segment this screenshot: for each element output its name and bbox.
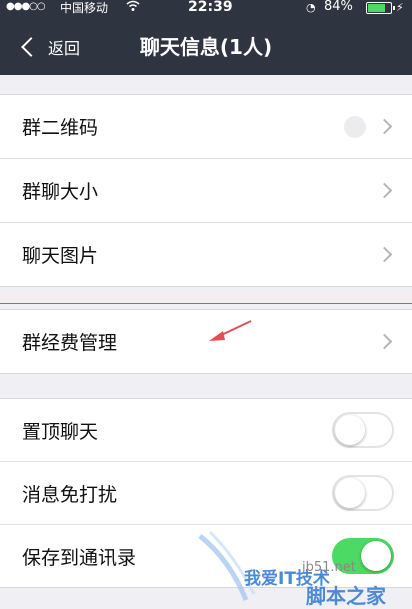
- chevron-right-icon: [376, 333, 393, 349]
- watermark-url: jb51.net: [302, 560, 356, 575]
- list-item-label: 聊天图片: [22, 245, 99, 267]
- group-chat-settings: 群二维码 群聊大小 聊天图片: [0, 94, 412, 287]
- status-bar: ●●●○○ 中国移动 22:39 ◔ 84% ⚡: [0, 0, 412, 16]
- watermark-brand: 脚本之家: [306, 584, 386, 608]
- list-item-label: 消息免打扰: [22, 483, 118, 506]
- toggle-knob: [335, 478, 365, 508]
- watermark: 我爱IT技术 jb51.net 脚本之家: [196, 530, 412, 608]
- toggle-knob: [335, 415, 365, 445]
- chevron-right-icon: [376, 182, 393, 198]
- list-item-label: 保存到通讯录: [22, 546, 137, 569]
- list-item-pin-chat: 置顶聊天: [0, 399, 412, 462]
- list-item-group-size[interactable]: 群聊大小: [0, 159, 412, 223]
- list-item-qr-code[interactable]: 群二维码: [0, 95, 412, 159]
- list-item-label: 群聊大小: [22, 181, 99, 203]
- list-item-chat-images[interactable]: 聊天图片: [0, 223, 412, 286]
- annotation-arrow-icon: [209, 320, 252, 341]
- qr-code-thumbnail: [344, 115, 366, 138]
- chevron-right-icon: [376, 118, 393, 134]
- battery-fill: [368, 4, 385, 12]
- page-title: 聊天信息(1人): [139, 35, 273, 59]
- status-time: 22:39: [188, 0, 233, 15]
- chevron-right-icon: [376, 246, 393, 262]
- battery-icon: [366, 2, 395, 14]
- list-item-label: 群二维码: [22, 117, 99, 139]
- wifi-icon: [126, 0, 140, 16]
- do-not-disturb-toggle[interactable]: [332, 475, 394, 511]
- annotation-line: [0, 303, 412, 304]
- carrier-name: 中国移动: [60, 1, 109, 15]
- alarm-icon: ◔: [306, 1, 316, 14]
- list-item-label: 置顶聊天: [22, 420, 99, 443]
- pin-chat-toggle[interactable]: [332, 412, 394, 448]
- top-bar: ●●●○○ 中国移动 22:39 ◔ 84% ⚡ 返回 聊天信息(1人): [0, 0, 412, 75]
- charging-icon: ⚡: [396, 1, 404, 14]
- battery-percent: 84%: [324, 0, 353, 14]
- list-item-do-not-disturb: 消息免打扰: [0, 462, 412, 525]
- list-item-label: 群经费管理: [22, 332, 118, 354]
- signal-indicator: ●●●○○: [6, 1, 46, 12]
